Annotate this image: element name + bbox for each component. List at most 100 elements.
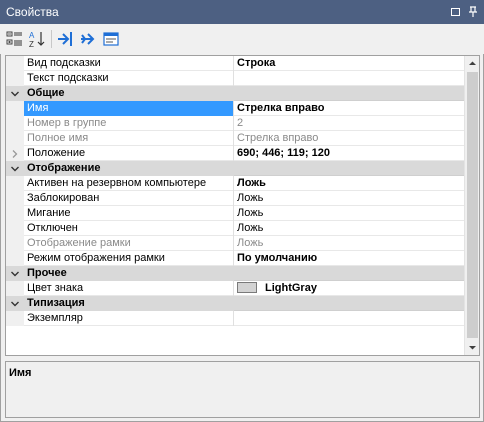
scrollbar-thumb[interactable]: [467, 72, 478, 338]
property-row[interactable]: Отображение рамки Ложь: [6, 236, 464, 251]
toolbar: A Z: [0, 24, 484, 54]
row-gutter: [6, 131, 24, 146]
row-gutter: [6, 251, 24, 266]
svg-text:Z: Z: [29, 40, 34, 49]
property-label: Вид подсказки: [24, 56, 234, 71]
title-bar: Свойства: [0, 0, 484, 24]
property-label: Номер в группе: [24, 116, 234, 131]
property-row[interactable]: Текст подсказки: [6, 71, 464, 86]
property-value[interactable]: Ложь: [234, 191, 464, 206]
property-label: Активен на резервном компьютере: [24, 176, 234, 191]
property-label: Текст подсказки: [24, 71, 234, 86]
property-row[interactable]: Экземпляр: [6, 311, 464, 326]
property-label: Экземпляр: [24, 311, 234, 326]
description-title: Имя: [9, 367, 32, 379]
float-window-icon[interactable]: [449, 5, 463, 19]
property-label: Мигание: [24, 206, 234, 221]
property-value[interactable]: Ложь: [234, 221, 464, 236]
property-grid: Вид подсказки Строка Текст подсказки Общие И…: [5, 55, 480, 356]
row-gutter: [6, 161, 24, 176]
property-value-text: 2: [237, 117, 244, 129]
categorized-view-icon[interactable]: [5, 29, 25, 49]
row-gutter: [6, 311, 24, 326]
property-value[interactable]: 690; 446; 119; 120: [234, 146, 464, 161]
row-gutter: [6, 296, 24, 311]
property-row[interactable]: Режим отображения рамки По умолчанию: [6, 251, 464, 266]
property-row[interactable]: Мигание Ложь: [6, 206, 464, 221]
category-label: Прочее: [24, 266, 234, 281]
property-value[interactable]: Стрелка вправо: [234, 131, 464, 146]
property-row[interactable]: Заблокирован Ложь: [6, 191, 464, 206]
category-label: Типизация: [24, 296, 234, 311]
property-value-text: Ложь: [237, 237, 264, 249]
property-label: Положение: [24, 146, 234, 161]
property-row[interactable]: Отключен Ложь: [6, 221, 464, 236]
property-value-text: Ложь: [237, 207, 264, 219]
category-row[interactable]: Прочее: [6, 266, 464, 281]
collapse-chevron-icon[interactable]: [10, 89, 20, 99]
property-row[interactable]: Полное имя Стрелка вправо: [6, 131, 464, 146]
property-value[interactable]: Ложь: [234, 206, 464, 221]
toolbar-separator: [51, 30, 52, 48]
property-value[interactable]: [234, 71, 464, 86]
property-value-text: Стрелка вправо: [237, 102, 325, 114]
window-title: Свойства: [6, 5, 59, 19]
property-label: Режим отображения рамки: [24, 251, 234, 266]
goto-icon[interactable]: [55, 29, 75, 49]
property-value-text: Стрелка вправо: [237, 132, 319, 144]
property-pages-icon[interactable]: [101, 29, 121, 49]
row-gutter: [6, 266, 24, 281]
property-label: Отображение рамки: [24, 236, 234, 251]
property-row[interactable]: Имя Стрелка вправо: [6, 101, 464, 116]
property-row[interactable]: Положение 690; 446; 119; 120: [6, 146, 464, 161]
collapse-chevron-icon[interactable]: [10, 269, 20, 279]
row-gutter: [6, 206, 24, 221]
category-row[interactable]: Общие: [6, 86, 464, 101]
expand-chevron-icon[interactable]: [10, 149, 20, 159]
property-row[interactable]: Вид подсказки Строка: [6, 56, 464, 71]
row-gutter: [6, 86, 24, 101]
row-gutter: [6, 281, 24, 296]
scroll-up-icon[interactable]: [465, 56, 479, 71]
property-value[interactable]: LightGray: [234, 281, 464, 296]
category-label: Отображение: [24, 161, 234, 176]
row-gutter: [6, 176, 24, 191]
pin-icon[interactable]: [466, 5, 480, 19]
property-value[interactable]: Строка: [234, 56, 464, 71]
property-value-text: Ложь: [237, 222, 264, 234]
property-row[interactable]: Активен на резервном компьютере Ложь: [6, 176, 464, 191]
property-value[interactable]: Ложь: [234, 236, 464, 251]
category-row[interactable]: Отображение: [6, 161, 464, 176]
description-panel: Имя: [5, 361, 480, 418]
sort-alphabetical-icon[interactable]: A Z: [27, 29, 47, 49]
scroll-down-icon[interactable]: [465, 340, 479, 355]
property-value-text: Строка: [237, 57, 276, 69]
property-value[interactable]: Ложь: [234, 176, 464, 191]
property-row[interactable]: Цвет знака LightGray: [6, 281, 464, 296]
property-value-text: 690; 446; 119; 120: [237, 147, 330, 159]
property-label: Цвет знака: [24, 281, 234, 296]
property-value[interactable]: Стрелка вправо: [234, 101, 464, 116]
forward-icon[interactable]: [78, 29, 98, 49]
property-label: Заблокирован: [24, 191, 234, 206]
property-value-text: По умолчанию: [237, 252, 318, 264]
property-value[interactable]: По умолчанию: [234, 251, 464, 266]
property-rows: Вид подсказки Строка Текст подсказки Общие И…: [6, 56, 464, 326]
row-gutter: [6, 101, 24, 116]
property-value[interactable]: 2: [234, 116, 464, 131]
row-gutter: [6, 236, 24, 251]
property-label: Полное имя: [24, 131, 234, 146]
property-row[interactable]: Номер в группе 2: [6, 116, 464, 131]
property-value-text: LightGray: [265, 282, 317, 294]
vertical-scrollbar[interactable]: [464, 56, 479, 355]
row-gutter: [6, 71, 24, 86]
collapse-chevron-icon[interactable]: [10, 299, 20, 309]
category-row[interactable]: Типизация: [6, 296, 464, 311]
row-gutter: [6, 191, 24, 206]
property-value-text: Ложь: [237, 177, 266, 189]
property-label: Имя: [24, 101, 234, 116]
collapse-chevron-icon[interactable]: [10, 164, 20, 174]
row-gutter: [6, 146, 24, 161]
property-value[interactable]: [234, 311, 464, 326]
property-label: Отключен: [24, 221, 234, 236]
